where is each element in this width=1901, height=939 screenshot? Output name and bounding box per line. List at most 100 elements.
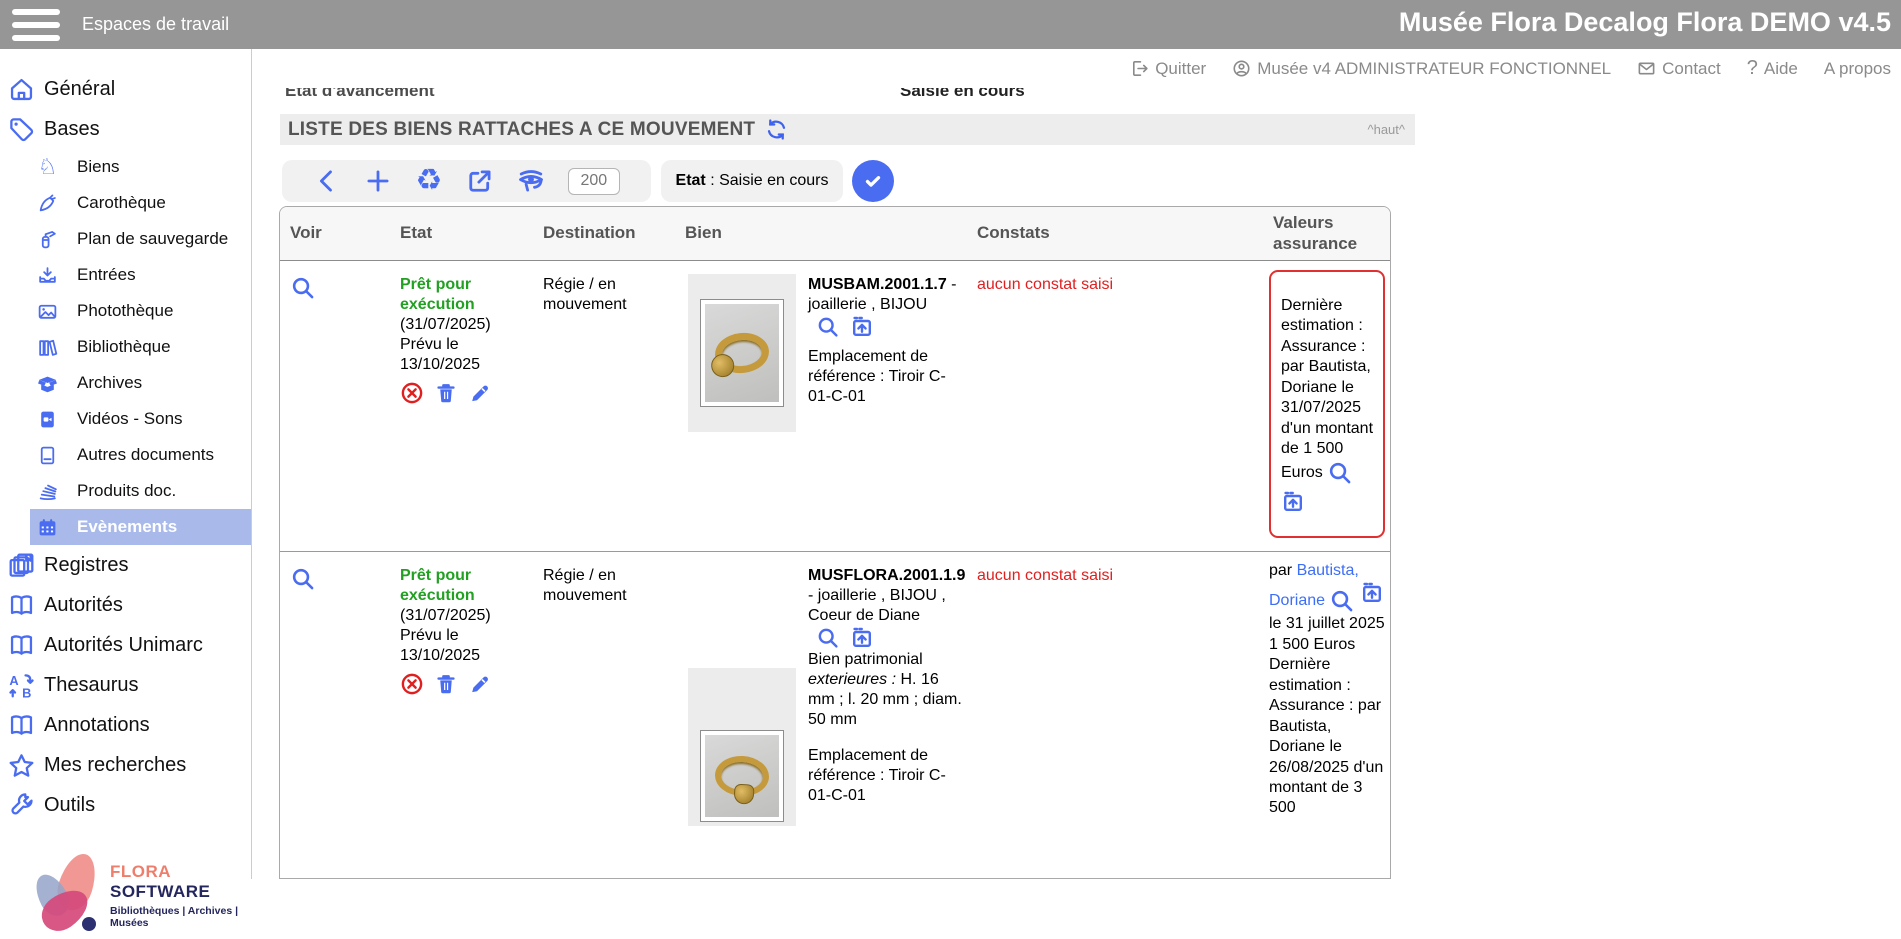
valeurs-search-icon[interactable] [1327, 460, 1353, 486]
bien-thumbnail[interactable] [688, 274, 796, 432]
sidebar-item-autorites-unimarc[interactable]: Autorités Unimarc [0, 625, 251, 665]
paper-stack-icon [37, 481, 58, 502]
etat-avancement-value: Saisie en cours [900, 88, 1025, 101]
back-chevron-icon[interactable] [313, 167, 341, 195]
calendar-icon [37, 517, 58, 538]
status-text: Prêt pour exécution [400, 566, 527, 606]
status-planned: Prévu le 13/10/2025 [400, 335, 527, 375]
confirm-check-button[interactable] [852, 160, 894, 202]
user-menu[interactable]: Musée v4 ADMINISTRATEUR FONCTIONNEL [1232, 59, 1611, 79]
inbox-download-icon [37, 265, 58, 286]
sidebar-item-bases[interactable]: Bases [0, 109, 251, 149]
open-window-icon[interactable] [1281, 490, 1305, 514]
chess-knight-icon: ♘ [37, 157, 58, 178]
status-text: Prêt pour exécution [400, 275, 527, 315]
fire-extinguisher-icon [37, 229, 58, 250]
sidebar-item-phototheque[interactable]: Photothèque [0, 293, 251, 329]
quitter-link[interactable]: Quitter [1130, 59, 1206, 79]
open-box-icon [37, 373, 58, 394]
constats-text: aucun constat saisi [967, 552, 1263, 879]
view-record-icon[interactable] [290, 275, 316, 301]
valeurs-search-icon[interactable] [1329, 588, 1355, 614]
bien-code: MUSFLORA.2001.1.9 [808, 567, 965, 584]
hamburger-menu-icon[interactable] [12, 9, 60, 41]
destination-text: Régie / en mouvement [533, 552, 675, 879]
section-header: LISTE DES BIENS RATTACHES A CE MOUVEMENT… [280, 114, 1415, 145]
brand-first: FLORA [110, 862, 170, 881]
cancel-icon[interactable] [400, 381, 424, 405]
sidebar-item-evenements[interactable]: Evènements [30, 509, 251, 545]
bien-dims-label: exterieures : [808, 671, 896, 688]
sidebar-item-carotheque[interactable]: Carothèque [0, 185, 251, 221]
col-header-valeurs: Valeurs assurance [1263, 213, 1353, 254]
sidebar-item-annotations[interactable]: Annotations [0, 705, 251, 745]
search-bien-icon[interactable] [816, 626, 840, 650]
books-icon [37, 337, 58, 358]
utility-bar: Quitter Musée v4 ADMINISTRATEUR FONCTION… [1130, 57, 1891, 80]
etat-filter-value: : Saisie en cours [706, 172, 829, 189]
valeurs-highlight-box: Dernière estimation : Assurance : par Ba… [1269, 270, 1385, 538]
logout-icon [1130, 59, 1149, 78]
wrench-icon [8, 792, 35, 819]
envelope-icon [1637, 59, 1656, 78]
recycle-icon[interactable]: ♻ [415, 167, 442, 195]
sidebar-item-registres[interactable]: Registres [0, 545, 251, 585]
status-date: (31/07/2025) [400, 315, 527, 335]
sidebar: Général Bases ♘ Biens Carothèque Plan de… [0, 49, 252, 879]
topbar: Espaces de travail Musée Flora Decalog F… [0, 0, 1901, 49]
sidebar-item-plan-de-sauvegarde[interactable]: Plan de sauvegarde [0, 221, 251, 257]
sidebar-item-mes-recherches[interactable]: Mes recherches [0, 745, 251, 785]
add-icon[interactable] [364, 167, 392, 195]
apropos-link[interactable]: A propos [1824, 59, 1891, 79]
sidebar-item-biens[interactable]: ♘ Biens [0, 149, 251, 185]
tag-icon [8, 116, 35, 143]
sidebar-item-videos-sons[interactable]: Vidéos - Sons [0, 401, 251, 437]
sidebar-item-entrees[interactable]: Entrées [0, 257, 251, 293]
eye-of-horus-icon[interactable] [517, 167, 545, 195]
toolbar-icon-group: ♻ [282, 160, 651, 202]
sidebar-item-bibliotheque[interactable]: Bibliothèque [0, 329, 251, 365]
status-planned: Prévu le 13/10/2025 [400, 626, 527, 666]
aide-link[interactable]: ? Aide [1747, 57, 1798, 80]
svg-text:B: B [22, 685, 31, 698]
question-mark-icon: ? [1747, 57, 1758, 80]
bien-patrimonial: Bien patrimonial [808, 650, 963, 670]
refresh-icon[interactable] [765, 118, 788, 141]
edit-icon[interactable] [468, 381, 492, 405]
top-anchor-link[interactable]: ^haut^ [1367, 122, 1405, 137]
contact-link[interactable]: Contact [1637, 59, 1721, 79]
app-title: Musée Flora Decalog Flora DEMO v4.5 [1399, 7, 1891, 38]
cancel-icon[interactable] [400, 672, 424, 696]
col-header-voir: Voir [280, 223, 390, 243]
bien-thumbnail[interactable] [688, 668, 796, 826]
sidebar-item-produits-doc[interactable]: Produits doc. [0, 473, 251, 509]
sidebar-item-archives[interactable]: Archives [0, 365, 251, 401]
open-window-icon[interactable] [850, 626, 874, 650]
open-book-icon [8, 632, 35, 659]
open-window-icon[interactable] [850, 315, 874, 339]
etat-filter-pill[interactable]: Etat : Saisie en cours [661, 160, 843, 202]
search-bien-icon[interactable] [816, 315, 840, 339]
open-window-icon[interactable] [1360, 581, 1384, 605]
external-link-icon[interactable] [466, 167, 494, 195]
section-title: LISTE DES BIENS RATTACHES A CE MOUVEMENT [288, 119, 755, 141]
delete-icon[interactable] [434, 381, 458, 405]
open-book-icon [8, 592, 35, 619]
photo-icon [37, 301, 58, 322]
sidebar-item-outils[interactable]: Outils [0, 785, 251, 825]
video-file-icon [37, 409, 58, 430]
open-book-icon [8, 712, 35, 739]
bien-location: Emplacement de référence : Tiroir C-01-C… [808, 746, 963, 806]
sidebar-item-autres-documents[interactable]: Autres documents [0, 437, 251, 473]
delete-icon[interactable] [434, 672, 458, 696]
sidebar-item-general[interactable]: Général [0, 69, 251, 109]
status-date: (31/07/2025) [400, 606, 527, 626]
valeurs-prefix: par [1269, 562, 1297, 579]
edit-icon[interactable] [468, 672, 492, 696]
sidebar-item-autorites[interactable]: Autorités [0, 585, 251, 625]
view-record-icon[interactable] [290, 566, 316, 592]
sidebar-item-thesaurus[interactable]: AB Thesaurus [0, 665, 251, 705]
home-icon [8, 76, 35, 103]
col-header-etat: Etat [390, 223, 533, 243]
result-count-input[interactable] [568, 168, 620, 195]
